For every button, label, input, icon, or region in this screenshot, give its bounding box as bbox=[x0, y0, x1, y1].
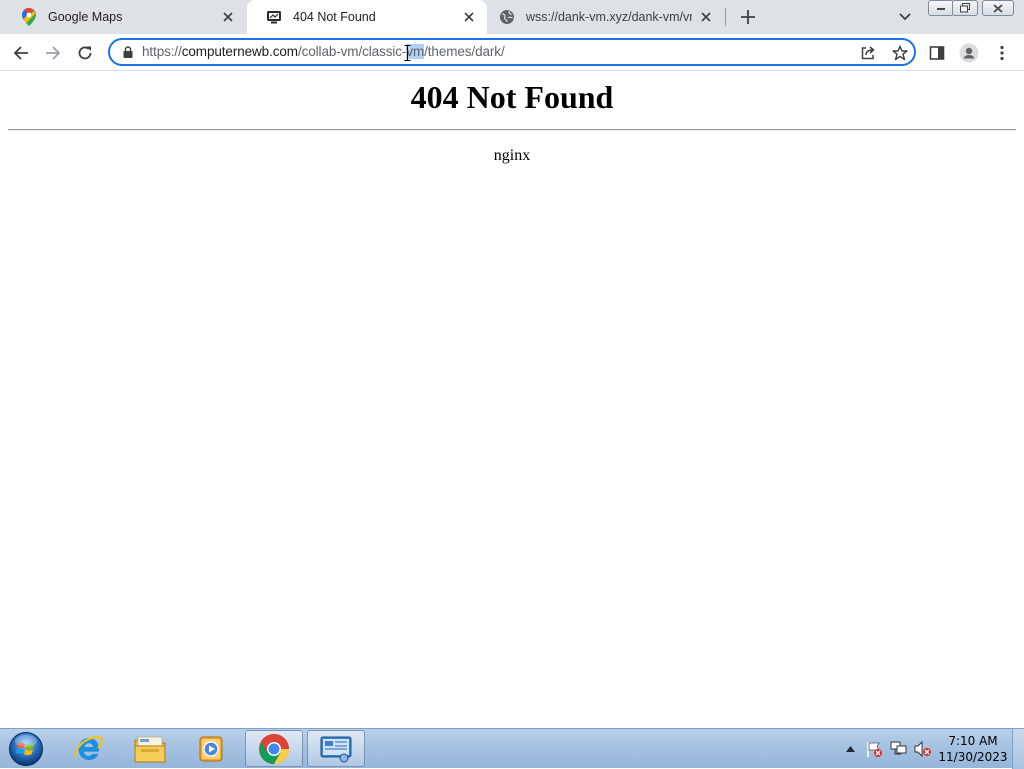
media-player-icon bbox=[199, 736, 223, 761]
taskbar-media-player[interactable] bbox=[182, 730, 240, 767]
action-center-tray-icon[interactable] bbox=[864, 729, 884, 769]
avatar-icon bbox=[959, 43, 979, 63]
show-desktop-button[interactable] bbox=[1012, 729, 1024, 769]
clock-time: 7:10 AM bbox=[948, 734, 998, 748]
internet-explorer-icon bbox=[74, 735, 104, 760]
tab-google-maps[interactable]: Google Maps bbox=[2, 0, 246, 34]
tab-title: wss://dank-vm.xyz/dank-vm/vm3 bbox=[526, 10, 692, 24]
windows-orb-icon bbox=[9, 732, 43, 766]
taskbar-windows-explorer[interactable] bbox=[121, 730, 179, 767]
tab-title: Google Maps bbox=[48, 10, 123, 24]
close-icon[interactable] bbox=[696, 7, 716, 27]
browser-window: Google Maps 404 Not Found wss://dank-vm.… bbox=[0, 0, 1024, 728]
taskbar-chrome[interactable] bbox=[245, 730, 303, 767]
chrome-icon bbox=[259, 733, 289, 764]
speaker-muted-icon bbox=[914, 740, 931, 758]
tab-separator bbox=[725, 8, 726, 26]
reload-button[interactable] bbox=[72, 40, 98, 66]
clock-date: 11/30/2023 bbox=[938, 750, 1008, 764]
google-maps-icon bbox=[20, 8, 38, 26]
server-name: nginx bbox=[493, 147, 531, 164]
page-content: 404 Not Found nginx bbox=[0, 71, 1024, 728]
forward-button[interactable] bbox=[40, 40, 66, 66]
taskbar: 7:10 AM 11/30/2023 bbox=[0, 728, 1024, 769]
tab-dank-vm[interactable]: wss://dank-vm.xyz/dank-vm/vm3 bbox=[488, 0, 724, 34]
tab-strip: Google Maps 404 Not Found wss://dank-vm.… bbox=[0, 0, 1024, 34]
close-icon[interactable] bbox=[218, 7, 238, 27]
close-icon bbox=[993, 3, 1003, 13]
control-panel-icon bbox=[320, 736, 352, 762]
menu-button[interactable] bbox=[989, 40, 1015, 66]
url-host: computernewb.com bbox=[181, 44, 298, 59]
start-button[interactable] bbox=[6, 730, 46, 768]
minimize-button[interactable] bbox=[928, 0, 954, 16]
computernewb-favicon bbox=[265, 8, 283, 26]
new-tab-button[interactable] bbox=[736, 5, 760, 29]
tab-title: 404 Not Found bbox=[293, 10, 376, 24]
side-panel-icon bbox=[929, 46, 945, 60]
minimize-icon bbox=[937, 8, 945, 10]
network-icon bbox=[890, 741, 907, 755]
share-icon[interactable] bbox=[858, 43, 878, 63]
chevron-down-icon bbox=[899, 13, 911, 21]
reload-icon bbox=[78, 46, 92, 60]
chevron-up-icon bbox=[845, 746, 855, 752]
profile-button[interactable] bbox=[956, 40, 982, 66]
taskbar-control-panel[interactable] bbox=[307, 730, 365, 767]
url-path: /collab-vm/classic- bbox=[297, 44, 407, 59]
restore-button[interactable] bbox=[952, 0, 978, 16]
network-tray-icon[interactable] bbox=[888, 729, 910, 769]
tab-404-not-found[interactable]: 404 Not Found bbox=[247, 0, 487, 34]
show-hidden-icons-button[interactable] bbox=[842, 729, 858, 769]
side-panel-button[interactable] bbox=[924, 40, 950, 66]
flag-warning-icon bbox=[867, 742, 882, 757]
url-path-rest: /themes/dark/ bbox=[424, 44, 505, 59]
address-bar[interactable]: https://computernewb.com/collab-vm/class… bbox=[108, 38, 916, 66]
page-heading: 404 Not Found bbox=[410, 79, 614, 115]
close-window-button[interactable] bbox=[982, 0, 1014, 16]
plus-icon bbox=[741, 10, 755, 24]
taskbar-internet-explorer[interactable] bbox=[60, 730, 118, 767]
browser-toolbar: https://computernewb.com/collab-vm/class… bbox=[0, 34, 1024, 71]
url-text[interactable]: https://computernewb.com/collab-vm/class… bbox=[142, 44, 505, 59]
text-cursor-icon bbox=[404, 45, 411, 61]
windows-explorer-icon bbox=[134, 736, 166, 762]
tab-search-button[interactable] bbox=[894, 6, 916, 28]
lock-icon[interactable] bbox=[121, 45, 135, 59]
bookmark-star-icon[interactable] bbox=[890, 43, 910, 63]
restore-icon bbox=[960, 3, 970, 13]
kebab-menu-icon bbox=[1000, 45, 1004, 61]
volume-tray-icon[interactable] bbox=[912, 729, 934, 769]
divider bbox=[8, 129, 1016, 131]
url-scheme: https:// bbox=[142, 44, 182, 59]
back-arrow-icon bbox=[13, 46, 28, 60]
close-icon[interactable] bbox=[459, 7, 479, 27]
globe-icon bbox=[498, 8, 516, 26]
back-button[interactable] bbox=[8, 40, 34, 66]
forward-arrow-icon bbox=[46, 46, 61, 60]
taskbar-clock[interactable]: 7:10 AM 11/30/2023 bbox=[936, 733, 1010, 765]
